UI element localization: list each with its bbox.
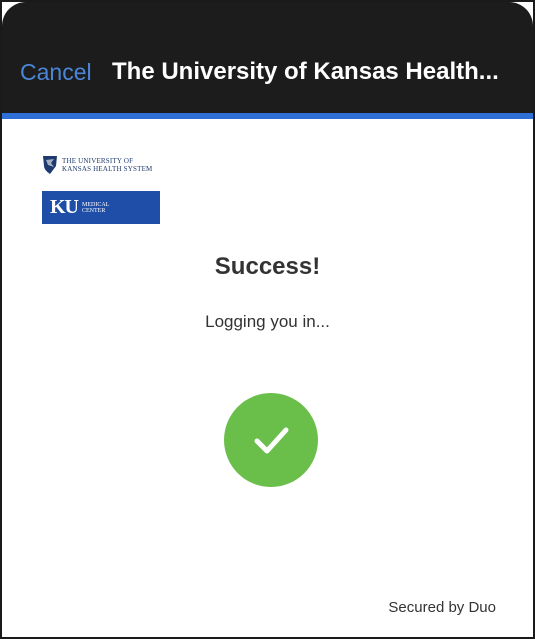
- progress-accent-line: [2, 113, 533, 119]
- page-title: The University of Kansas Health...: [112, 58, 499, 85]
- health-system-logo-line2: Kansas Health System: [62, 165, 153, 173]
- medical-center-line2: Center: [82, 207, 106, 214]
- cancel-button[interactable]: Cancel: [20, 59, 92, 86]
- ku-logo-letters: KU: [50, 196, 79, 218]
- status-message: Logging you in...: [205, 312, 330, 331]
- secured-by-duo-label: Secured by Duo: [388, 599, 496, 616]
- success-heading: Success!: [214, 253, 321, 280]
- checkmark-icon: [254, 427, 289, 454]
- navigation-bar: Cancel The University of Kansas Health..…: [2, 2, 533, 113]
- medical-center-line1: Medical: [82, 201, 110, 208]
- check-circle-icon: [224, 393, 318, 487]
- ku-medical-center-logo: KU Medical Center: [42, 191, 160, 224]
- health-system-logo: The University of Kansas Health System: [42, 153, 172, 177]
- jayhawk-shield-icon: [43, 156, 57, 174]
- health-system-logo-line1: The University of: [62, 157, 134, 165]
- duo-auth-sheet: Cancel The University of Kansas Health..…: [0, 0, 535, 639]
